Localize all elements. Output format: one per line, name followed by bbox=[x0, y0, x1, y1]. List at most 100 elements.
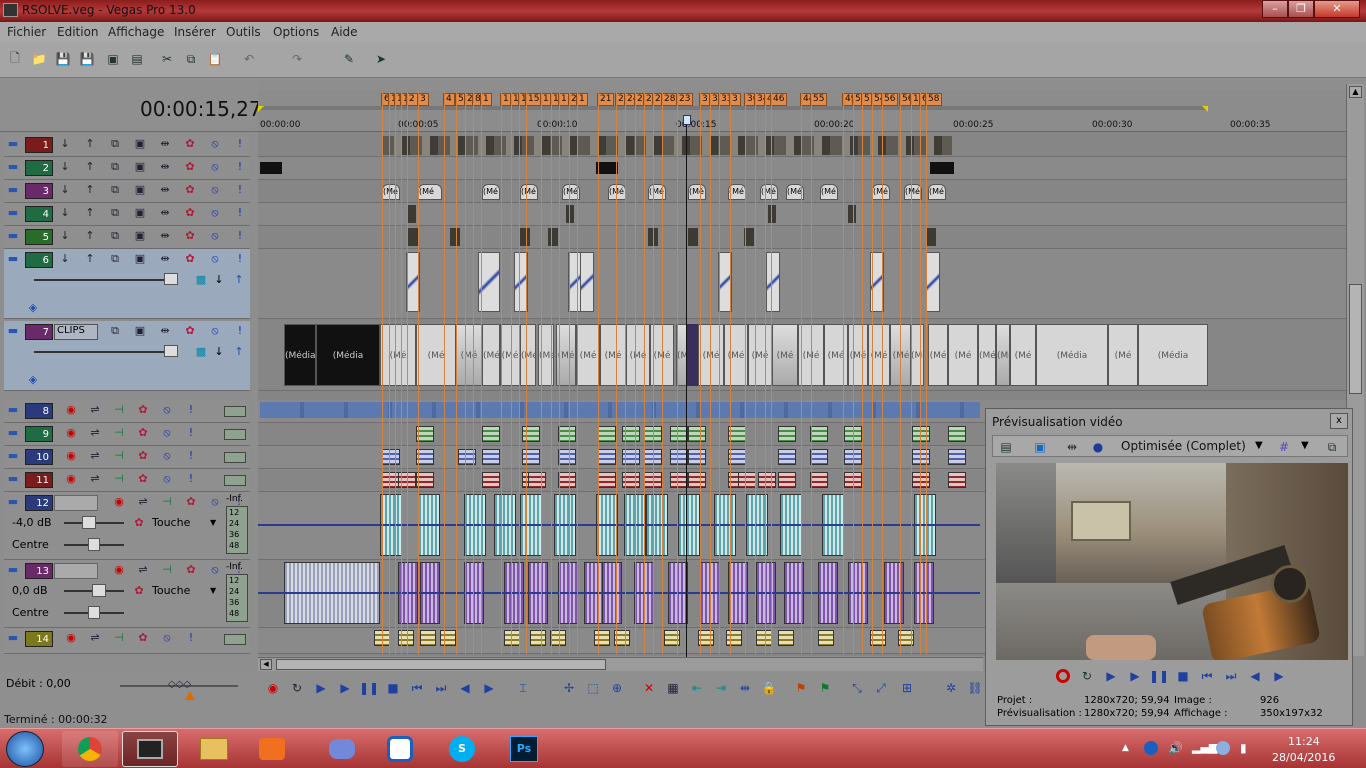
solo-track-icon[interactable]: ! bbox=[184, 631, 198, 645]
track-motion-icon[interactable]: ⧉ bbox=[108, 252, 122, 266]
track-expand-icon[interactable]: ▬ bbox=[6, 324, 20, 338]
arm-record-icon[interactable]: ◉ bbox=[64, 472, 78, 486]
vertical-scroll-thumb[interactable] bbox=[1349, 284, 1362, 394]
track-settings-icon[interactable]: ✿ bbox=[136, 472, 150, 486]
audio-clip[interactable] bbox=[522, 426, 540, 442]
timeline-marker[interactable]: 21 bbox=[597, 93, 615, 106]
track-fx-icon[interactable]: ▣ bbox=[133, 229, 147, 243]
mute-track-icon[interactable]: ⦸ bbox=[208, 206, 222, 220]
video-clip[interactable]: (Mé bbox=[890, 324, 912, 386]
whats-this-help-icon[interactable]: ➤ bbox=[372, 50, 390, 68]
automation-settings-icon[interactable]: ✿ bbox=[132, 516, 146, 530]
mute-track-icon[interactable]: ⦸ bbox=[160, 449, 174, 463]
solo-track-icon[interactable]: ! bbox=[233, 183, 247, 197]
video-clip[interactable]: (Mé bbox=[848, 324, 868, 386]
composite-down-icon[interactable]: ↓ bbox=[58, 206, 72, 220]
snapping-icon[interactable]: ⤢ bbox=[872, 679, 890, 697]
audio-clip[interactable] bbox=[528, 472, 546, 488]
track-fx-icon[interactable]: ⇌ bbox=[88, 426, 102, 440]
playhead-cursor[interactable] bbox=[686, 115, 687, 658]
audio-clip[interactable] bbox=[758, 472, 776, 488]
audio-clip[interactable] bbox=[778, 426, 796, 442]
opacity-slider-thumb[interactable] bbox=[164, 345, 178, 357]
video-clip[interactable]: (Mé bbox=[416, 324, 456, 386]
arm-record-icon[interactable]: ◉ bbox=[112, 563, 126, 577]
start-button-icon[interactable] bbox=[6, 731, 44, 767]
video-clip[interactable]: (Mé bbox=[418, 184, 442, 200]
audio-track-header-14[interactable]: ▬ 14 ◉ ⇌ ⊣ ✿ ⦸! bbox=[4, 628, 250, 654]
audio-clip[interactable] bbox=[738, 472, 756, 488]
track-expand-icon[interactable]: ▬ bbox=[6, 472, 20, 486]
automation-icon[interactable]: ⊣ bbox=[112, 472, 126, 486]
trim-icon[interactable]: ▦ bbox=[664, 679, 682, 697]
track-fx-icon[interactable]: ⇌ bbox=[88, 403, 102, 417]
track-fx-icon[interactable]: ⇌ bbox=[88, 631, 102, 645]
overlays-grid-icon[interactable]: # bbox=[1275, 438, 1293, 456]
track-fx-icon[interactable]: ▣ bbox=[133, 252, 147, 266]
open-folder-icon[interactable]: 📁 bbox=[30, 50, 48, 68]
composite-down-icon[interactable]: ↓ bbox=[58, 183, 72, 197]
track-name-field[interactable] bbox=[54, 495, 98, 511]
redo-icon[interactable]: ↷ bbox=[288, 50, 306, 68]
video-clip[interactable]: (Mé bbox=[520, 184, 538, 200]
audio-clip[interactable] bbox=[688, 472, 706, 488]
opacity-slider-thumb[interactable] bbox=[164, 273, 178, 285]
rate-slider-thumb[interactable]: ◇◇◇ bbox=[168, 679, 191, 690]
automation-icon[interactable]: ⊣ bbox=[112, 426, 126, 440]
close-button[interactable]: ✕ bbox=[1314, 0, 1360, 18]
insert-region-icon[interactable]: ⚑ bbox=[816, 679, 834, 697]
audio-clip[interactable] bbox=[688, 426, 706, 442]
tray-app-icon[interactable] bbox=[1216, 741, 1230, 755]
track-expand-icon[interactable]: ▬ bbox=[6, 206, 20, 220]
play-icon[interactable]: ▶ bbox=[1126, 667, 1144, 685]
external-monitor-icon[interactable]: ▣ bbox=[1031, 438, 1049, 456]
track-opacity-slider[interactable] bbox=[34, 279, 174, 281]
network-icon[interactable]: ▂▄▆ bbox=[1192, 741, 1217, 754]
solo-track-icon[interactable]: ! bbox=[233, 160, 247, 174]
taskbar-media[interactable] bbox=[244, 731, 300, 767]
audio-clip[interactable] bbox=[420, 630, 436, 646]
video-clip[interactable]: (Mé bbox=[608, 184, 626, 200]
audio-track-header-10[interactable]: ▬ 10 ◉ ⇌ ⊣ ✿ ⦸! bbox=[4, 446, 250, 469]
track-expand-icon[interactable]: ▬ bbox=[6, 229, 20, 243]
audio-clip[interactable] bbox=[818, 630, 834, 646]
track-lane[interactable] bbox=[258, 203, 1346, 226]
audio-clip[interactable] bbox=[810, 426, 828, 442]
track-fx-icon[interactable]: ▣ bbox=[133, 183, 147, 197]
track-expand-icon[interactable]: ▬ bbox=[6, 137, 20, 151]
track-motion-icon[interactable]: ⧉ bbox=[108, 324, 122, 338]
track-settings-icon[interactable]: ✿ bbox=[184, 563, 198, 577]
go-to-end-icon[interactable]: ⏭ bbox=[432, 679, 450, 697]
selected-clip-region[interactable] bbox=[686, 324, 698, 386]
video-clip[interactable]: (Mé bbox=[576, 324, 600, 386]
video-clip[interactable] bbox=[926, 228, 936, 246]
taskbar-chrome[interactable] bbox=[62, 731, 118, 767]
taskbar-explorer[interactable] bbox=[186, 731, 242, 767]
taskbar-skype[interactable]: S bbox=[434, 731, 490, 767]
mute-track-icon[interactable]: ⦸ bbox=[208, 160, 222, 174]
preview-close-button[interactable]: x bbox=[1330, 413, 1348, 429]
video-clip[interactable]: (Mé bbox=[688, 184, 706, 200]
next-frame-icon[interactable]: ▶ bbox=[1270, 667, 1288, 685]
loop-playback-icon[interactable]: ↻ bbox=[288, 679, 306, 697]
track-motion-icon[interactable]: ⧉ bbox=[108, 206, 122, 220]
solo-track-icon[interactable]: ! bbox=[184, 426, 198, 440]
audio-clip[interactable] bbox=[756, 630, 772, 646]
menu-aide[interactable]: Aide bbox=[331, 25, 358, 39]
track-expand-icon[interactable]: ▬ bbox=[6, 426, 20, 440]
track-name-field[interactable] bbox=[54, 563, 98, 579]
mute-track-icon[interactable]: ⦸ bbox=[208, 324, 222, 338]
video-clip[interactable]: (Mé bbox=[1010, 324, 1036, 386]
video-clip[interactable] bbox=[260, 162, 282, 174]
video-clip[interactable] bbox=[580, 252, 594, 312]
audio-clip[interactable] bbox=[440, 630, 456, 646]
audio-clip[interactable] bbox=[948, 449, 966, 465]
timeline-marker[interactable]: 55 bbox=[810, 93, 828, 106]
menu-inserer[interactable]: Insérer bbox=[174, 25, 216, 39]
preview-quality-select[interactable]: Optimisée (Complet) bbox=[1121, 439, 1246, 453]
automation-settings-icon[interactable]: ✿ bbox=[132, 584, 146, 598]
undo-icon[interactable]: ↶ bbox=[240, 50, 258, 68]
composite-up-icon[interactable]: ↑ bbox=[232, 345, 246, 359]
audio-clip[interactable] bbox=[504, 630, 520, 646]
zoom-tool-icon[interactable]: ⊕ bbox=[608, 679, 626, 697]
